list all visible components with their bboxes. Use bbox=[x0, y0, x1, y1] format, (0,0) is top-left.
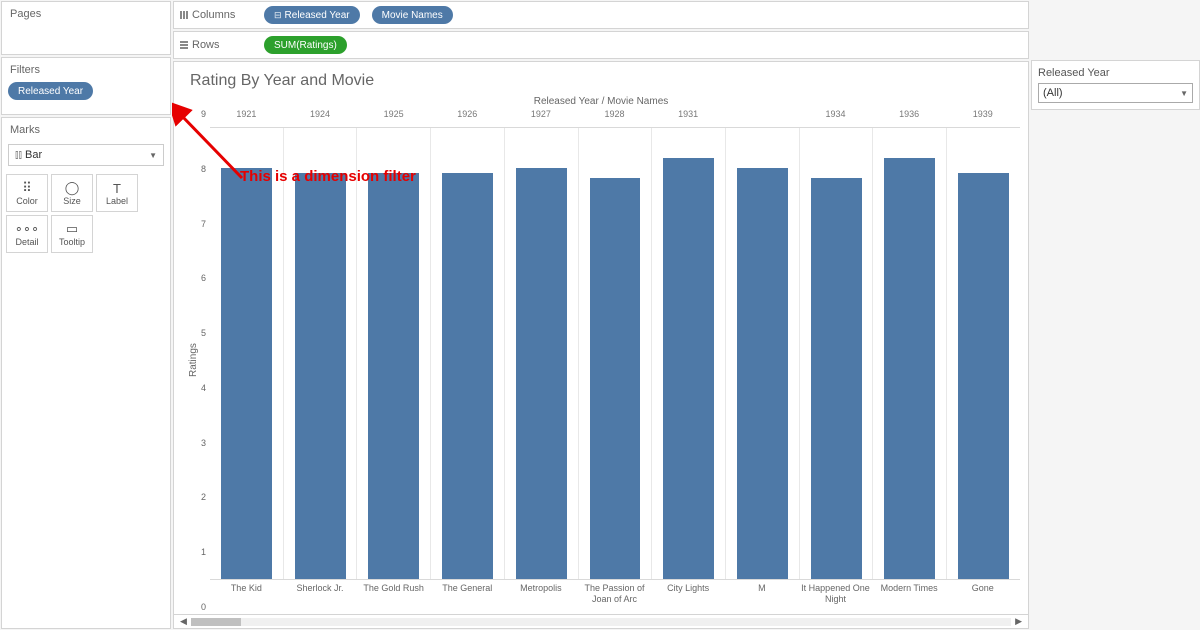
y-axis-label: Ratings bbox=[186, 109, 201, 612]
year-header: 1921 bbox=[210, 109, 284, 127]
marks-size-button[interactable]: ◯Size bbox=[51, 174, 93, 212]
filters-shelf[interactable]: Filters Released Year bbox=[1, 57, 171, 115]
bar[interactable] bbox=[590, 178, 641, 579]
bar[interactable] bbox=[737, 168, 788, 579]
filter-title: Released Year bbox=[1038, 67, 1193, 79]
pill-movie-names[interactable]: Movie Names bbox=[372, 6, 453, 24]
columns-shelf[interactable]: Columns ⊟Released Year Movie Names bbox=[173, 1, 1029, 29]
rows-label: Rows bbox=[192, 39, 220, 51]
bar[interactable] bbox=[811, 178, 862, 579]
pill-released-year[interactable]: ⊟Released Year bbox=[264, 6, 360, 24]
color-icon: ⠿ bbox=[22, 180, 32, 196]
bar-cell[interactable] bbox=[652, 128, 726, 579]
column-header: Released Year / Movie Names bbox=[174, 94, 1028, 109]
tooltip-icon: ▭ bbox=[66, 221, 78, 237]
marks-tooltip-button[interactable]: ▭Tooltip bbox=[51, 215, 93, 253]
bar[interactable] bbox=[442, 173, 493, 579]
viz-area: Rating By Year and Movie Released Year /… bbox=[173, 61, 1029, 629]
pages-shelf[interactable]: Pages bbox=[1, 1, 171, 55]
marks-card[interactable]: Marks ⫾⫾Bar ▼ ⠿Color◯SizeTLabel ∘∘∘Detail… bbox=[1, 117, 171, 629]
bar-cell[interactable] bbox=[579, 128, 653, 579]
bar[interactable] bbox=[884, 158, 935, 579]
marks-type-value: Bar bbox=[25, 149, 42, 161]
bar[interactable] bbox=[516, 168, 567, 579]
scroll-right-icon[interactable]: ▶ bbox=[1015, 616, 1022, 627]
year-header: 1926 bbox=[431, 109, 505, 127]
filter-dropdown[interactable]: (All) ▼ bbox=[1038, 83, 1193, 103]
filter-panel-released-year[interactable]: Released Year (All) ▼ bbox=[1031, 60, 1200, 110]
label-icon: T bbox=[113, 180, 121, 196]
bar-cell[interactable] bbox=[947, 128, 1020, 579]
y-axis-ticks: 9876543210 bbox=[201, 109, 210, 612]
bars-area bbox=[210, 127, 1020, 580]
rows-shelf[interactable]: Rows SUM(Ratings) bbox=[173, 31, 1029, 59]
year-header: 1936 bbox=[873, 109, 947, 127]
scroll-thumb[interactable] bbox=[191, 618, 241, 626]
rows-icon bbox=[180, 41, 188, 49]
marks-label-button[interactable]: TLabel bbox=[96, 174, 138, 212]
movie-label: The Passion of Joan of Arc bbox=[578, 580, 652, 612]
marks-color-button[interactable]: ⠿Color bbox=[6, 174, 48, 212]
movie-label: The Kid bbox=[210, 580, 284, 612]
year-header: 1931 bbox=[652, 109, 726, 127]
year-header: 1939 bbox=[946, 109, 1020, 127]
bar[interactable] bbox=[368, 173, 419, 579]
bar[interactable] bbox=[958, 173, 1009, 579]
filter-pill-released-year[interactable]: Released Year bbox=[8, 82, 93, 100]
year-header: 1928 bbox=[578, 109, 652, 127]
movie-label: The General bbox=[431, 580, 505, 612]
viz-title: Rating By Year and Movie bbox=[174, 62, 1028, 94]
year-header: 1927 bbox=[505, 109, 579, 127]
movie-label: City Lights bbox=[652, 580, 726, 612]
bar-cell[interactable] bbox=[800, 128, 874, 579]
scroll-left-icon[interactable]: ◀ bbox=[180, 616, 187, 627]
bar-cell[interactable] bbox=[873, 128, 947, 579]
bar[interactable] bbox=[295, 173, 346, 579]
movie-label: M bbox=[726, 580, 800, 612]
movie-label: Sherlock Jr. bbox=[284, 580, 358, 612]
bar-cell[interactable] bbox=[726, 128, 800, 579]
bar-cell[interactable] bbox=[431, 128, 505, 579]
columns-label: Columns bbox=[192, 9, 235, 21]
year-header: 1934 bbox=[799, 109, 873, 127]
horizontal-scrollbar[interactable]: ◀ ▶ bbox=[174, 614, 1028, 628]
movie-label: It Happened One Night bbox=[799, 580, 873, 612]
movie-label: Modern Times bbox=[873, 580, 947, 612]
bar-cell[interactable] bbox=[210, 128, 284, 579]
pill-sum-ratings-[interactable]: SUM(Ratings) bbox=[264, 36, 347, 54]
year-header: 1924 bbox=[284, 109, 358, 127]
chevron-down-icon: ▼ bbox=[149, 151, 157, 160]
year-header bbox=[726, 109, 800, 127]
bar-cell[interactable] bbox=[284, 128, 358, 579]
movie-label: Gone bbox=[946, 580, 1020, 612]
marks-type-select[interactable]: ⫾⫾Bar ▼ bbox=[8, 144, 164, 166]
year-header: 1925 bbox=[357, 109, 431, 127]
size-icon: ◯ bbox=[65, 180, 80, 196]
movie-label-row: The KidSherlock Jr.The Gold RushThe Gene… bbox=[210, 580, 1020, 612]
pages-label: Pages bbox=[2, 2, 170, 24]
year-header-row: 1921192419251926192719281931 193419361939 bbox=[210, 109, 1020, 127]
chevron-down-icon: ▼ bbox=[1180, 89, 1188, 98]
marks-detail-button[interactable]: ∘∘∘Detail bbox=[6, 215, 48, 253]
detail-icon: ∘∘∘ bbox=[15, 221, 39, 237]
columns-icon bbox=[180, 11, 188, 19]
movie-label: Metropolis bbox=[505, 580, 579, 612]
movie-label: The Gold Rush bbox=[357, 580, 431, 612]
bar-cell[interactable] bbox=[505, 128, 579, 579]
filters-label: Filters bbox=[2, 58, 170, 80]
bar-cell[interactable] bbox=[357, 128, 431, 579]
marks-label: Marks bbox=[2, 118, 170, 140]
bar[interactable] bbox=[221, 168, 272, 579]
bar[interactable] bbox=[663, 158, 714, 579]
filter-selected-value: (All) bbox=[1043, 87, 1063, 99]
